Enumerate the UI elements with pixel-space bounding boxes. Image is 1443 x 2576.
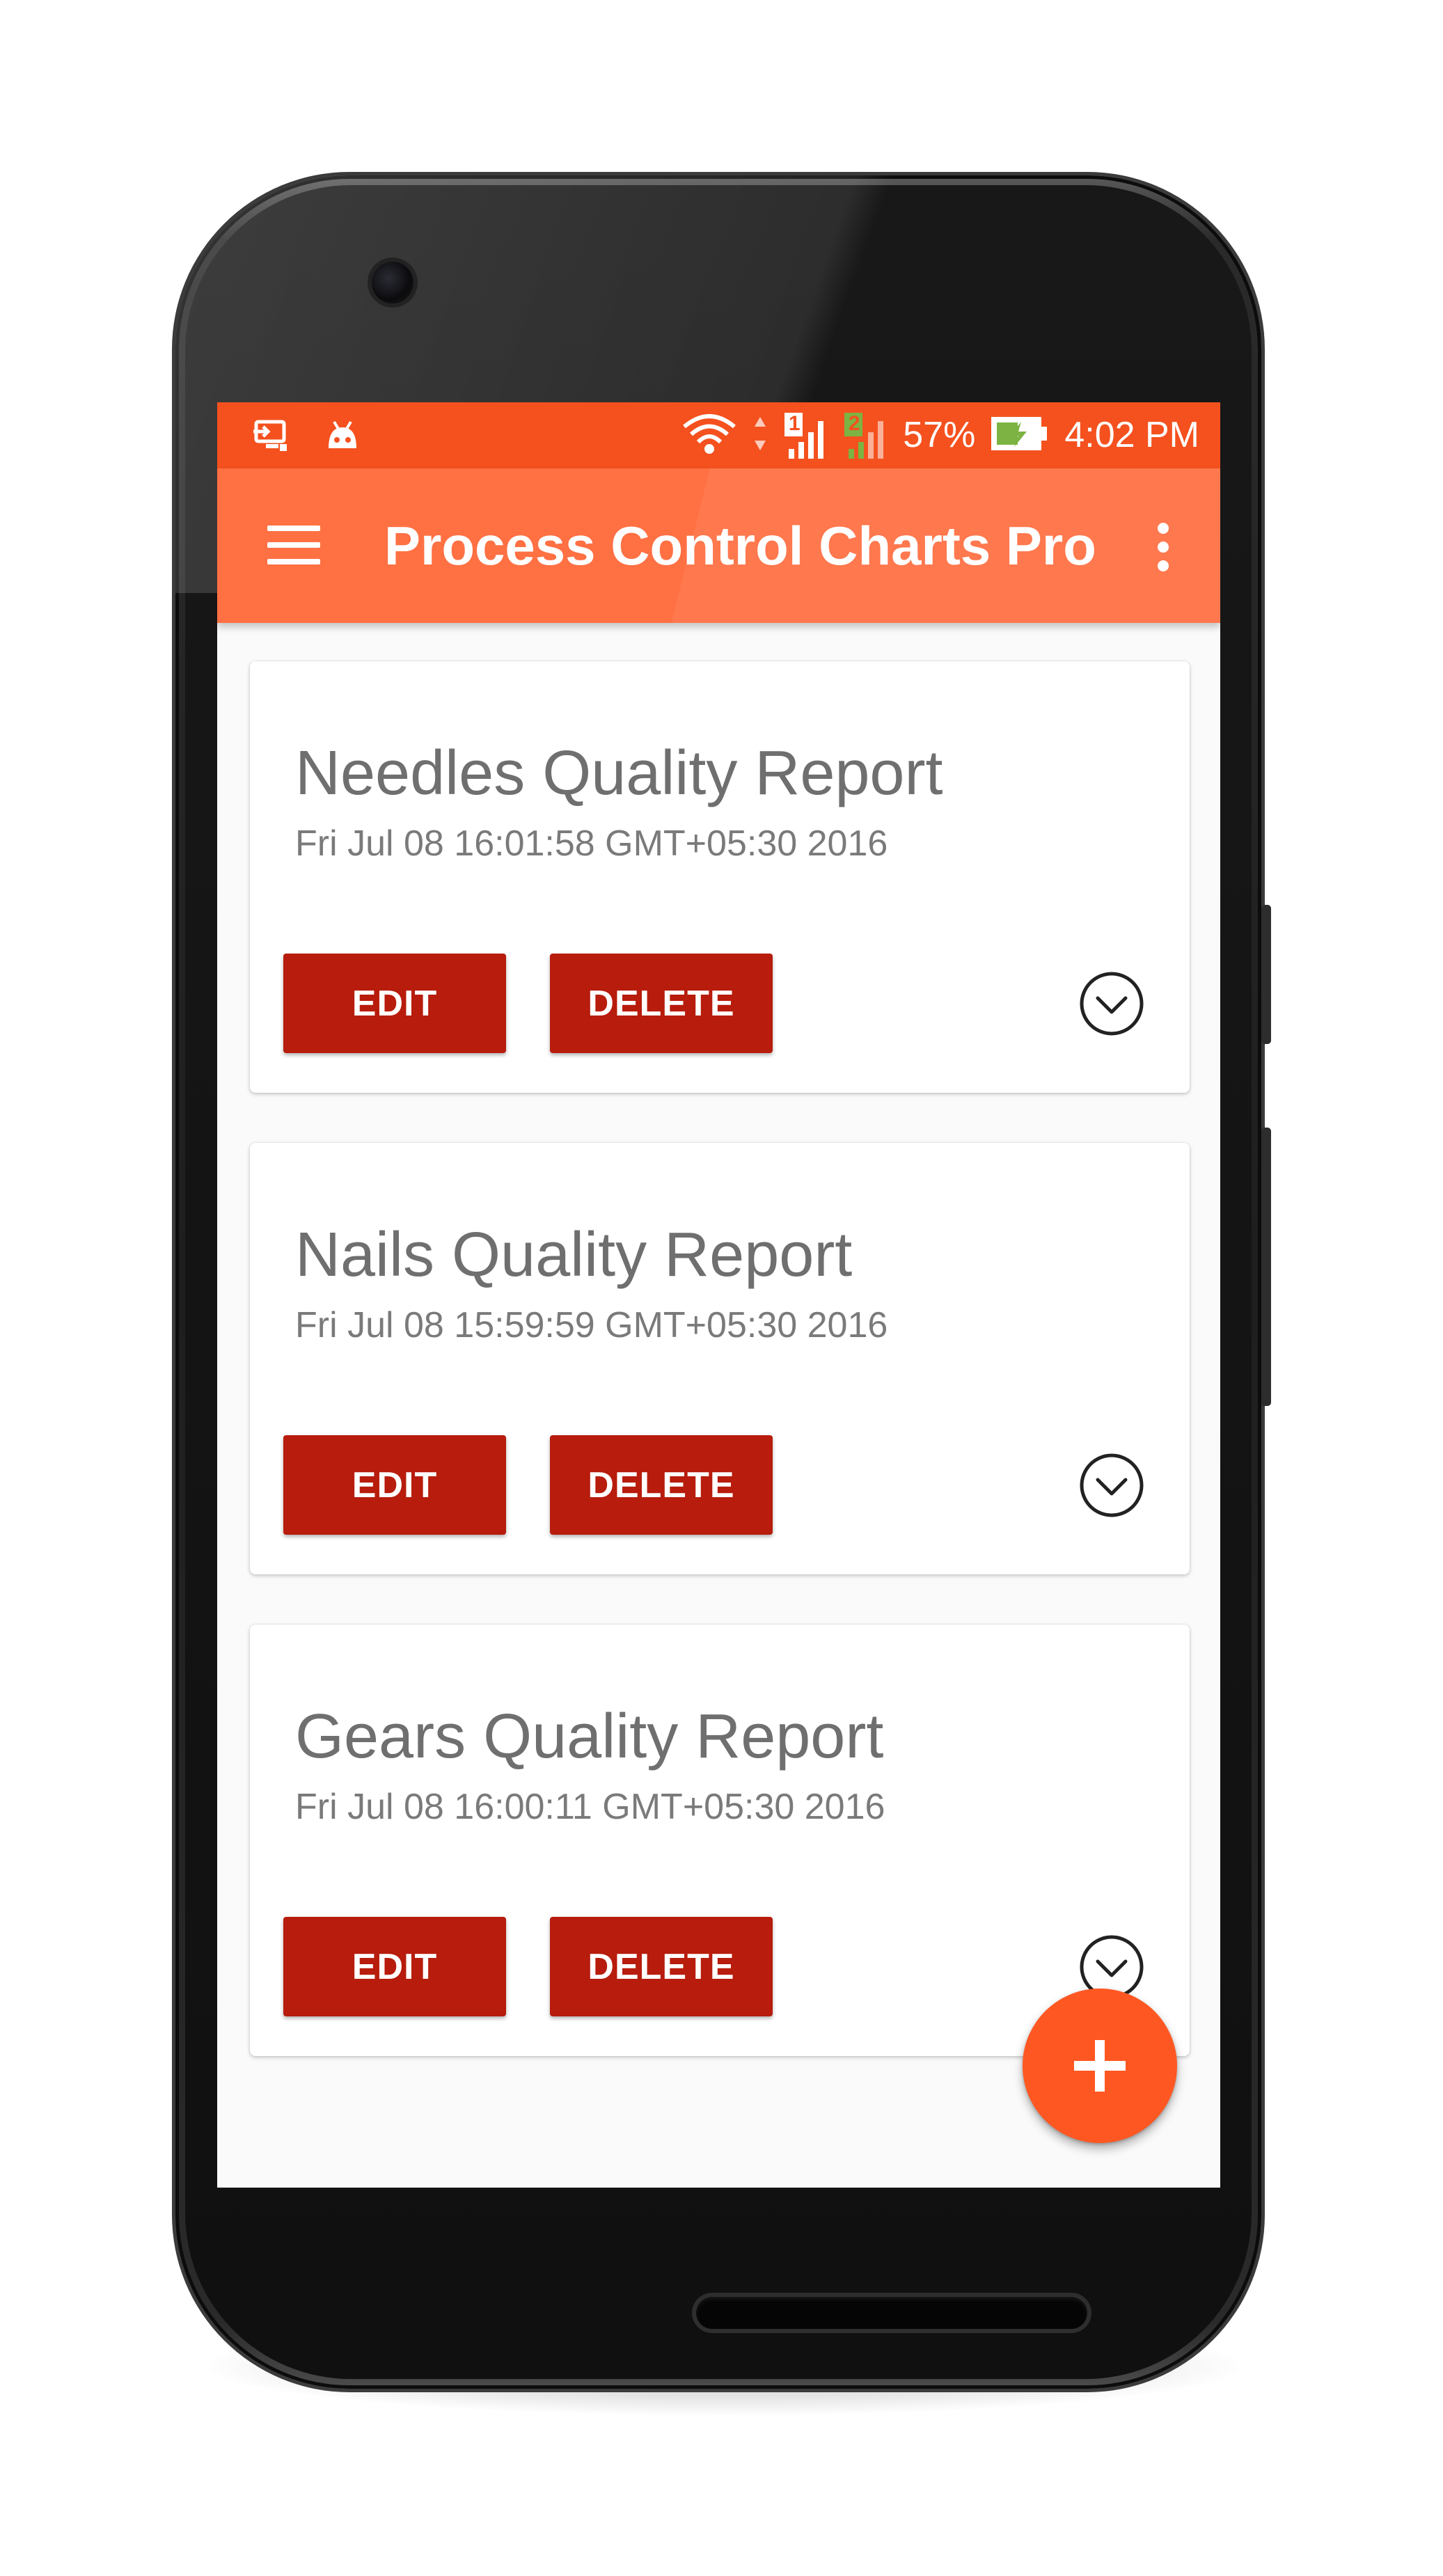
status-time: 4:02 PM xyxy=(1064,415,1199,455)
report-card: Needles Quality Report Fri Jul 08 16:01:… xyxy=(250,661,1190,1093)
expand-chevron-icon[interactable] xyxy=(1078,970,1145,1037)
delete-button[interactable]: DELETE xyxy=(550,954,773,1053)
report-date: Fri Jul 08 16:01:58 GMT+05:30 2016 xyxy=(295,823,888,864)
sim2-label: 2 xyxy=(848,411,860,435)
app-title: Process Control Charts Pro xyxy=(384,515,1096,576)
app-screen: 1 2 57% 4:02 PM Process Control Charts P… xyxy=(217,402,1220,2188)
wifi-icon xyxy=(681,411,737,459)
device-mockup: 1 2 57% 4:02 PM Process Control Charts P… xyxy=(0,0,1443,2576)
more-vert-icon[interactable] xyxy=(1155,523,1172,571)
volume-rocker xyxy=(1261,1128,1271,1406)
report-title: Needles Quality Report xyxy=(295,738,943,808)
edit-button[interactable]: EDIT xyxy=(283,954,506,1053)
report-title: Gears Quality Report xyxy=(295,1702,884,1771)
status-bar: 1 2 57% 4:02 PM xyxy=(217,402,1220,468)
bottom-speaker xyxy=(696,2297,1087,2329)
sim1-label: 1 xyxy=(788,411,801,435)
status-indicators: 1 2 57% 4:02 PM xyxy=(681,402,1199,468)
power-button xyxy=(1261,905,1271,1044)
hamburger-menu-icon[interactable] xyxy=(267,521,323,570)
sim1-signal-icon: 1 xyxy=(783,411,828,460)
screen-cast-icon xyxy=(252,418,291,457)
app-toolbar: Process Control Charts Pro xyxy=(217,468,1220,623)
edit-button[interactable]: EDIT xyxy=(283,1435,506,1535)
delete-button[interactable]: DELETE xyxy=(550,1917,773,2016)
status-notifications xyxy=(252,418,361,457)
sim2-signal-icon: 2 xyxy=(843,411,888,460)
battery-charging-icon xyxy=(991,416,1049,455)
add-icon xyxy=(1074,2040,1126,2092)
data-arrows-icon xyxy=(752,413,768,458)
report-title: Nails Quality Report xyxy=(295,1220,853,1290)
expand-chevron-icon[interactable] xyxy=(1078,1452,1145,1519)
front-camera xyxy=(372,262,413,303)
android-icon xyxy=(324,418,361,457)
report-date: Fri Jul 08 15:59:59 GMT+05:30 2016 xyxy=(295,1305,888,1345)
delete-button[interactable]: DELETE xyxy=(550,1435,773,1535)
add-report-fab[interactable] xyxy=(1023,1989,1177,2143)
report-date: Fri Jul 08 16:00:11 GMT+05:30 2016 xyxy=(295,1787,885,1827)
edit-button[interactable]: EDIT xyxy=(283,1917,506,2016)
report-card: Nails Quality Report Fri Jul 08 15:59:59… xyxy=(250,1143,1190,1574)
battery-percent: 57% xyxy=(903,415,976,455)
